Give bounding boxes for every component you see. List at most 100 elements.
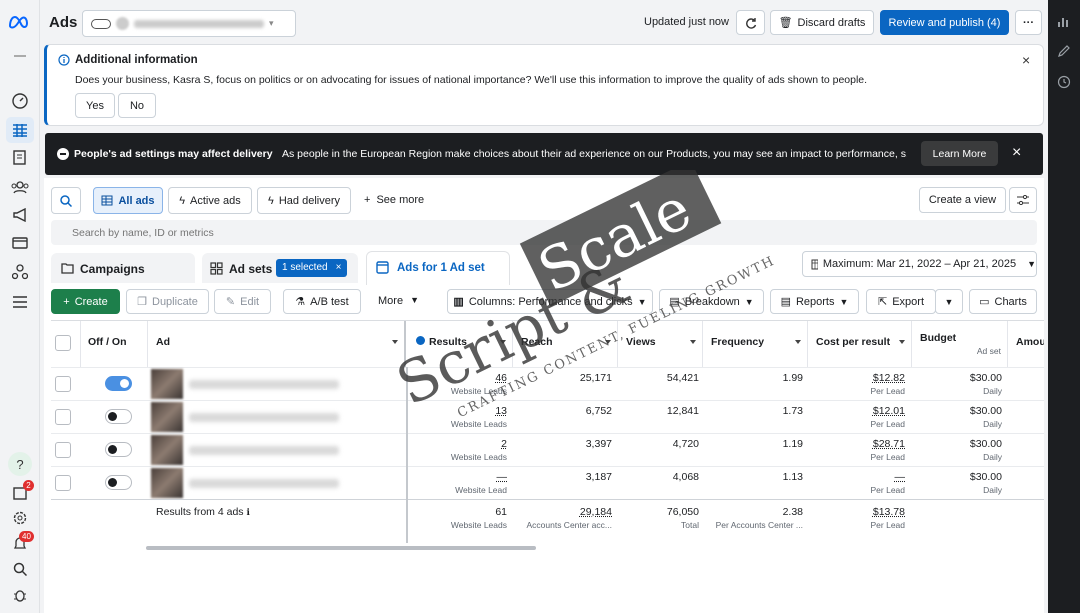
eu-banner-text: As people in the European Region make ch… (282, 148, 907, 160)
budget-value: $30.00 (969, 372, 1002, 384)
duplicate-button[interactable]: ❐ Duplicate (126, 289, 209, 314)
yes-button[interactable]: Yes (75, 93, 115, 118)
refresh-button[interactable] (736, 10, 765, 35)
ad-status-toggle[interactable] (105, 409, 132, 424)
header-cpr[interactable]: Cost per result (808, 321, 912, 367)
plus-icon: + (63, 295, 70, 308)
ad-status-toggle[interactable] (105, 376, 132, 391)
results-sub: Website Leads (450, 386, 507, 396)
discard-drafts-button[interactable]: 🗑 Discard drafts (770, 10, 874, 35)
edit-button[interactable]: ✎ Edit (214, 289, 271, 314)
results-value[interactable]: 46 (495, 372, 507, 384)
account-selector[interactable]: ▾ (82, 10, 296, 37)
table-row[interactable]: — Website Lead 3,187 4,068 1.13 — Per Lead $30.… (51, 466, 1044, 499)
cpr-value: — (894, 471, 906, 483)
row-checkbox[interactable] (55, 475, 71, 491)
row-checkbox[interactable] (55, 376, 71, 392)
bug-report-icon[interactable] (10, 585, 30, 605)
table-row[interactable]: 46 Website Leads 25,171 54,421 1.99 $12.82 Per… (51, 367, 1044, 400)
row-checkbox[interactable] (55, 409, 71, 425)
review-publish-button[interactable]: Review and publish (4) (880, 10, 1009, 35)
search-icon[interactable] (10, 559, 30, 579)
bar-chart-icon[interactable] (1057, 14, 1071, 28)
reports-dropdown[interactable]: ▤ Reports ▼ (770, 289, 859, 314)
tab-campaigns[interactable]: Campaigns (51, 253, 195, 283)
filter-settings-button[interactable] (1009, 187, 1037, 213)
ads-manager-table-icon[interactable] (6, 117, 34, 143)
more-actions-dropdown[interactable]: More ▼ (378, 295, 419, 307)
tab-ads[interactable]: Ads for 1 Ad set (366, 251, 510, 285)
export-options-dropdown[interactable]: ▼ (935, 289, 963, 314)
tab-adsets[interactable]: Ad sets 1 selected × (202, 253, 358, 283)
close-icon[interactable]: × (1022, 52, 1030, 68)
dashboard-icon[interactable] (10, 91, 30, 111)
all-tools-menu-icon[interactable] (10, 292, 30, 312)
clear-selection-icon[interactable]: × (336, 262, 342, 274)
budget-cell[interactable]: $30.00 Daily (912, 372, 1002, 396)
pencil-icon[interactable] (1057, 44, 1071, 58)
info-title: Additional information (75, 54, 198, 66)
header-ad-label: Ad (156, 336, 170, 348)
ad-status-toggle[interactable] (105, 442, 132, 457)
charts-button[interactable]: ▭ Charts (969, 289, 1037, 314)
selected-chip[interactable]: 1 selected × (276, 259, 348, 277)
see-more-filters[interactable]: + See more (364, 194, 424, 206)
columns-dropdown[interactable]: ▥ Columns: Performance and clicks ▼ (447, 289, 653, 314)
create-button[interactable]: + Create (51, 289, 120, 314)
megaphone-icon[interactable] (10, 205, 30, 225)
breakdown-dropdown[interactable]: ▤ Breakdown ▼ (659, 289, 764, 314)
header-ad[interactable]: Ad (148, 321, 406, 367)
more-options-button[interactable]: ··· (1015, 10, 1042, 35)
cpr-value: $28.71 (872, 438, 905, 450)
cpr-value: $12.01 (872, 405, 905, 417)
table-row[interactable]: 2 Website Leads 3,397 4,720 1.19 $28.71 Per Le… (51, 433, 1044, 466)
budget-cell[interactable]: $30.00 Daily (912, 438, 1002, 462)
budget-cell[interactable]: $30.00 Daily (912, 471, 1002, 495)
no-button[interactable]: No (118, 93, 156, 118)
export-button[interactable]: ⇱ Export (866, 289, 936, 314)
ad-name-blurred[interactable] (189, 380, 339, 389)
header-amount[interactable]: Amou (1008, 321, 1044, 367)
header-views[interactable]: Views (618, 321, 703, 367)
results-value[interactable]: 2 (501, 438, 507, 450)
create-view-button[interactable]: Create a view (919, 187, 1006, 213)
history-clock-icon[interactable] (1057, 75, 1071, 89)
account-name-blurred (134, 19, 264, 28)
billing-icon[interactable] (10, 233, 30, 253)
search-toggle-button[interactable] (51, 187, 81, 214)
date-range-picker[interactable]: Maximum: Mar 21, 2022 – Apr 21, 2025 ▼ (802, 251, 1037, 277)
header-results[interactable]: Results (407, 321, 513, 367)
budget-sub: Daily (983, 386, 1002, 396)
had-delivery-filter[interactable]: ϟ Had delivery (257, 187, 351, 214)
settings-gear-icon[interactable] (10, 508, 30, 528)
cpr-sub: Per Lead (870, 452, 906, 462)
audiences-icon[interactable] (10, 177, 30, 197)
budget-cell[interactable]: $30.00 Daily (912, 405, 1002, 429)
header-budget[interactable]: Budget Ad set (912, 321, 1008, 367)
help-icon[interactable]: ? (8, 452, 32, 476)
header-frequency[interactable]: Frequency (703, 321, 808, 367)
horizontal-scrollbar[interactable] (146, 546, 536, 550)
ad-name-blurred[interactable] (189, 413, 339, 422)
table-row[interactable]: 13 Website Leads 6,752 12,841 1.73 $12.01 Per … (51, 400, 1044, 433)
header-offon[interactable]: Off / On (81, 321, 148, 367)
business-settings-icon[interactable] (10, 262, 30, 282)
ad-name-blurred[interactable] (189, 446, 339, 455)
ad-name-blurred[interactable] (189, 479, 339, 488)
results-value[interactable]: 13 (495, 405, 507, 417)
ab-test-button[interactable]: ⚗ A/B test (283, 289, 361, 314)
learn-more-button[interactable]: Learn More (921, 141, 998, 166)
row-checkbox[interactable] (55, 442, 71, 458)
all-ads-filter[interactable]: All ads (93, 187, 163, 214)
ad-status-toggle[interactable] (105, 475, 132, 490)
header-reach[interactable]: Reach (513, 321, 618, 367)
close-banner-icon[interactable]: × (1012, 144, 1021, 162)
select-all-checkbox[interactable] (55, 335, 71, 351)
header-results-label: Results (429, 336, 467, 348)
search-input[interactable] (51, 220, 1037, 245)
meta-logo-icon[interactable] (8, 12, 32, 32)
active-ads-filter[interactable]: ϟ Active ads (168, 187, 252, 214)
pages-icon[interactable] (10, 147, 30, 167)
search-bar[interactable] (51, 220, 1037, 245)
results-value[interactable]: — (497, 471, 508, 483)
